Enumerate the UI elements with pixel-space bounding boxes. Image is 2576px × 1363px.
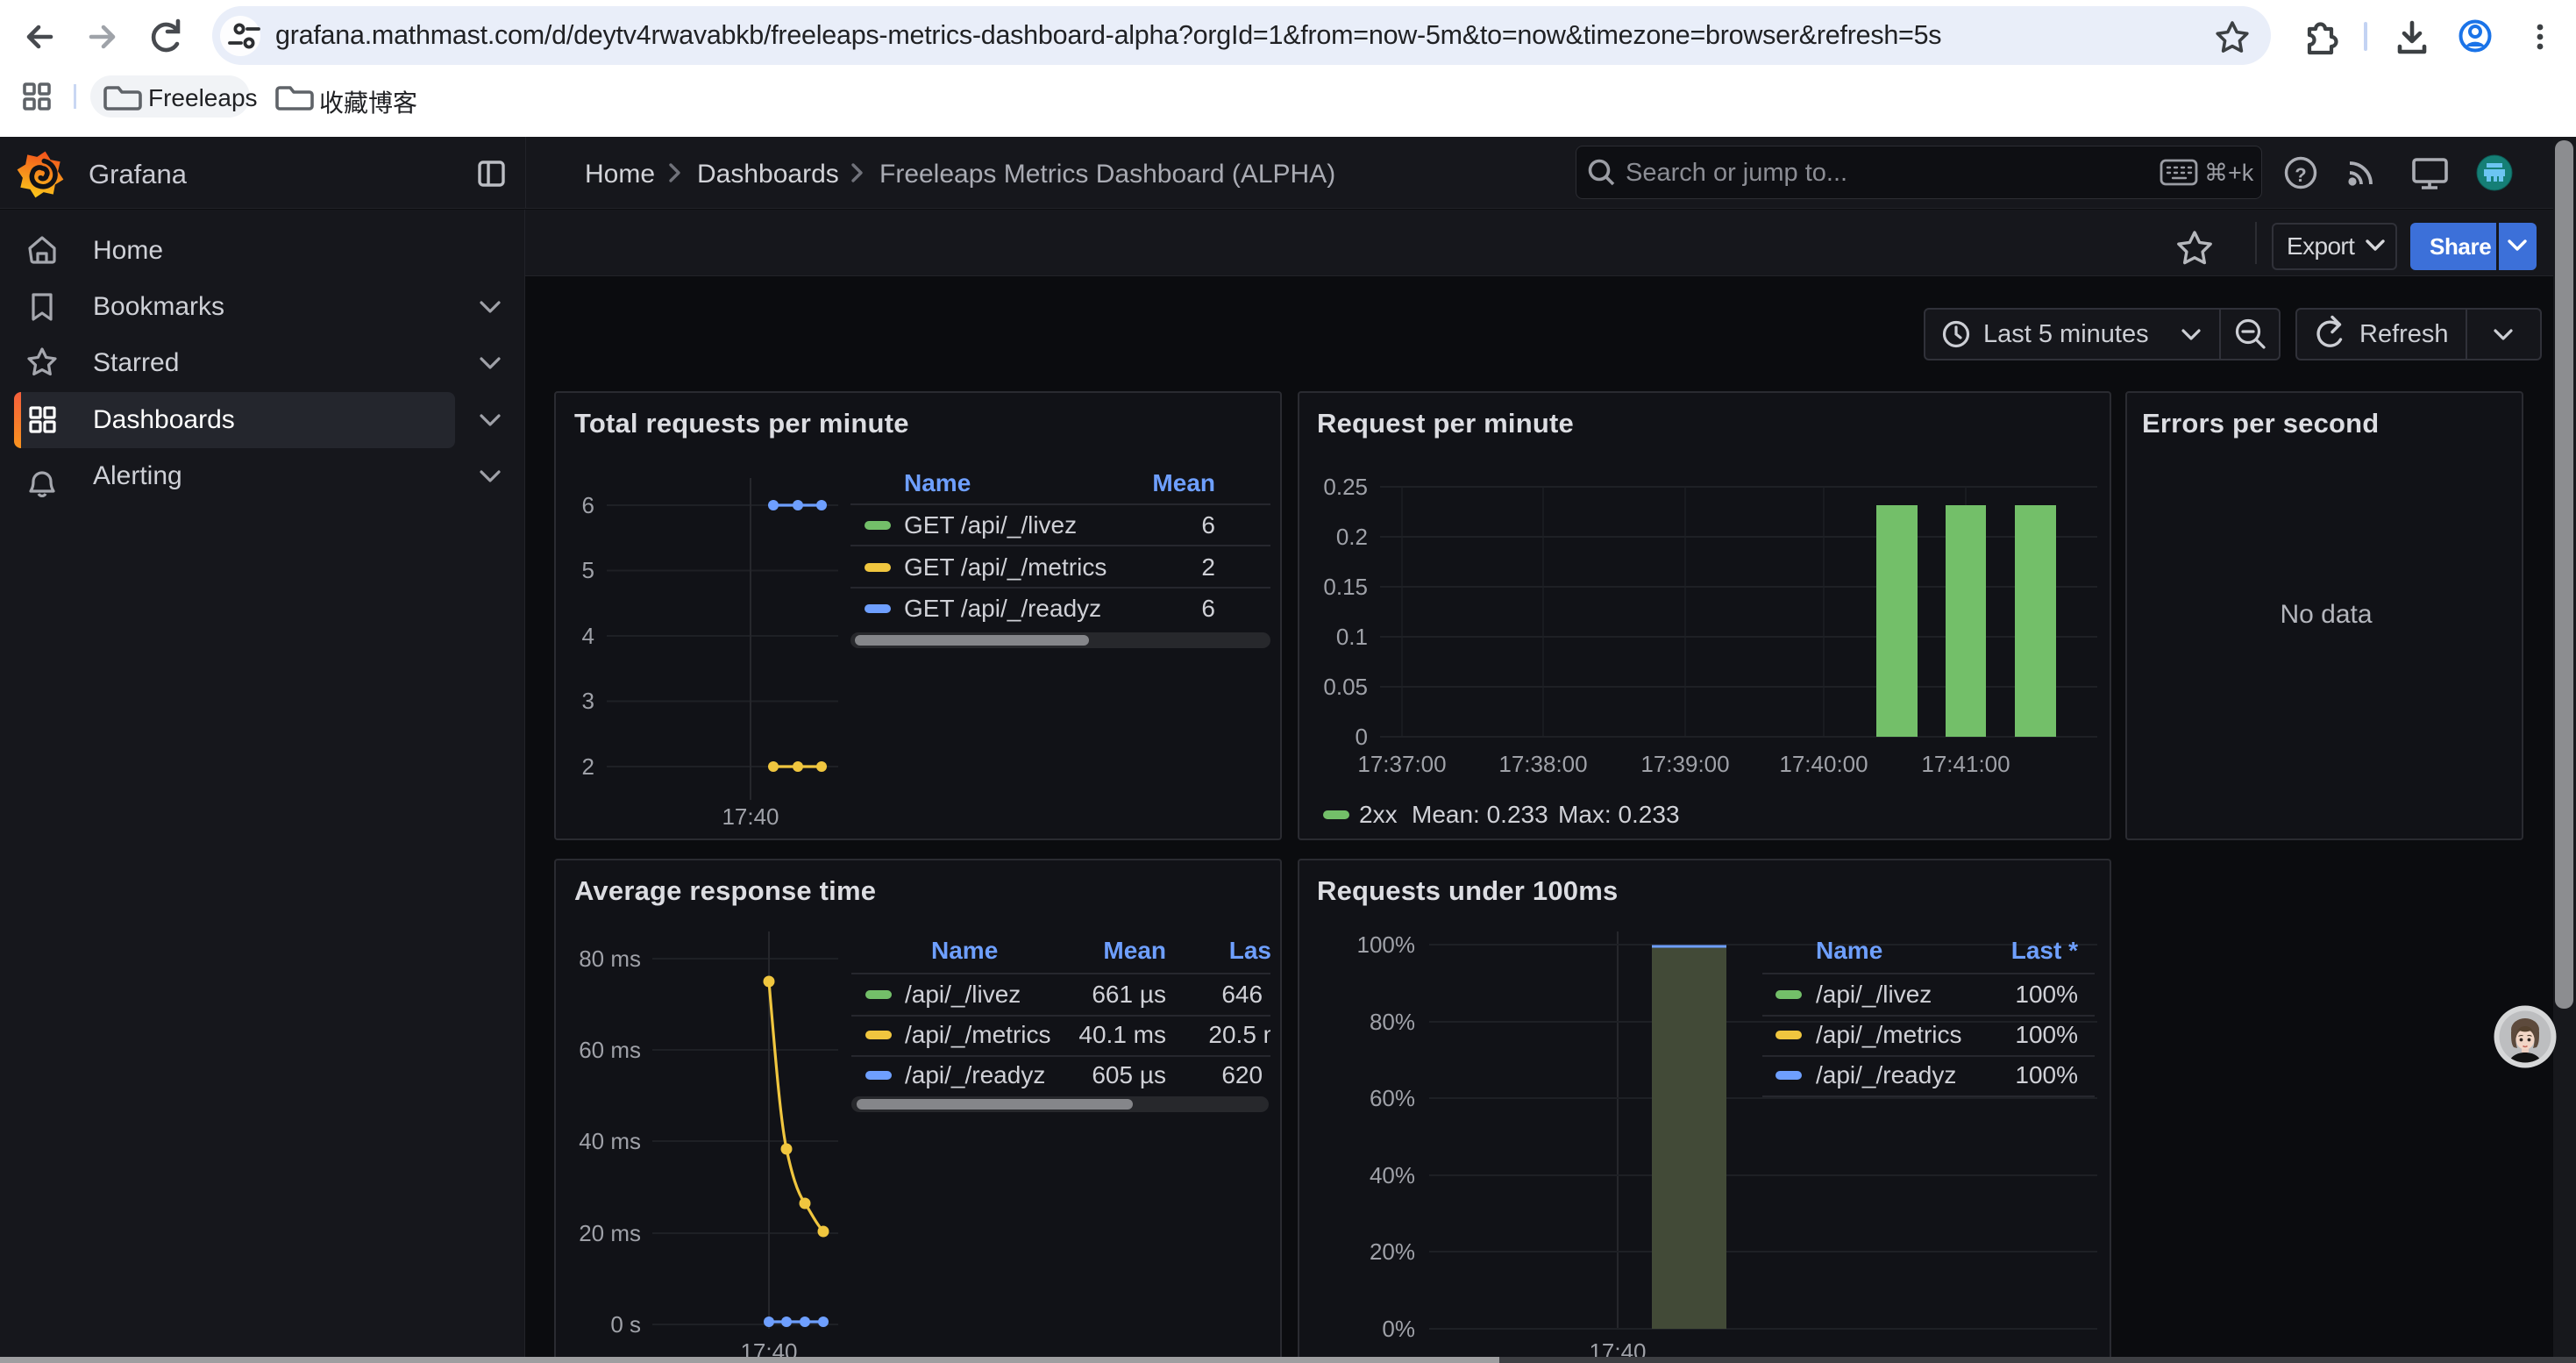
svg-text:0.05: 0.05	[1323, 674, 1368, 700]
svg-text:0 s: 0 s	[610, 1311, 641, 1338]
svg-text:0.25: 0.25	[1323, 474, 1368, 500]
svg-text:17:40: 17:40	[722, 803, 779, 830]
svg-text:20 ms: 20 ms	[579, 1220, 641, 1246]
svg-text:⌘+k: ⌘+k	[2204, 160, 2254, 186]
svg-text:17:40:00: 17:40:00	[1779, 751, 1868, 777]
svg-text:40%: 40%	[1370, 1162, 1415, 1188]
svg-text:17:39:00: 17:39:00	[1640, 751, 1729, 777]
svg-text:4: 4	[582, 623, 594, 649]
svg-text:20%: 20%	[1370, 1238, 1415, 1265]
svg-text:5: 5	[582, 557, 594, 583]
svg-text:60 ms: 60 ms	[579, 1037, 641, 1063]
svg-text:40 ms: 40 ms	[579, 1128, 641, 1154]
svg-text:80%: 80%	[1370, 1009, 1415, 1035]
svg-text:6: 6	[582, 492, 594, 518]
svg-text:0.2: 0.2	[1336, 524, 1368, 550]
svg-text:3: 3	[582, 688, 594, 714]
svg-text:2: 2	[582, 753, 594, 780]
svg-text:0.1: 0.1	[1336, 624, 1368, 650]
svg-text:17:41:00: 17:41:00	[1921, 751, 2010, 777]
svg-text:17:38:00: 17:38:00	[1498, 751, 1587, 777]
svg-text:100%: 100%	[1357, 931, 1416, 958]
svg-text:?: ?	[2295, 164, 2306, 186]
svg-text:80 ms: 80 ms	[579, 946, 641, 972]
svg-text:60%: 60%	[1370, 1085, 1415, 1111]
svg-text:17:37:00: 17:37:00	[1357, 751, 1446, 777]
svg-text:Search or jump to...: Search or jump to...	[1626, 159, 1847, 187]
svg-text:0: 0	[1356, 724, 1368, 750]
svg-text:0.15: 0.15	[1323, 574, 1368, 600]
svg-text:0%: 0%	[1382, 1316, 1415, 1342]
